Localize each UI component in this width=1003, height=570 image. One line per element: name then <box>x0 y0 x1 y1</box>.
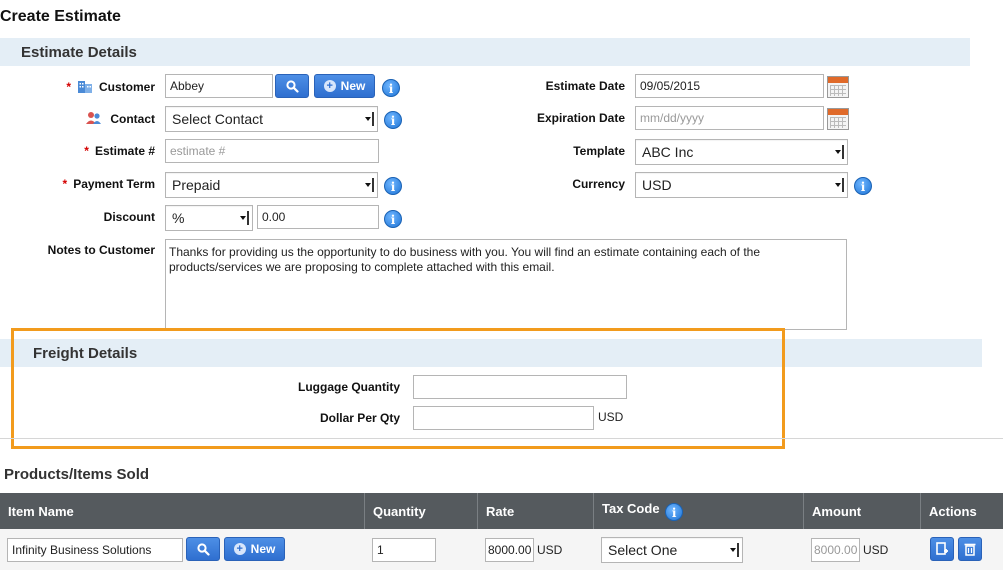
payment-term-select[interactable]: Prepaid <box>165 172 378 198</box>
estimate-details-title: Estimate Details <box>21 44 137 61</box>
contact-info-icon[interactable]: i <box>384 111 402 129</box>
payment-term-label: * Payment Term <box>62 177 155 191</box>
customer-input[interactable]: Abbey <box>165 74 273 98</box>
products-table-header: Item Name Quantity Rate Tax Code i Amoun… <box>0 493 1003 529</box>
quantity-input[interactable]: 1 <box>372 538 436 562</box>
payment-term-info-icon[interactable]: i <box>384 177 402 195</box>
estimate-date-input[interactable]: 09/05/2015 <box>635 74 824 98</box>
discount-label: Discount <box>103 210 155 224</box>
required-marker: * <box>84 144 89 158</box>
column-header-quantity: Quantity <box>365 493 478 529</box>
discount-info-icon[interactable]: i <box>384 210 402 228</box>
currency-select[interactable]: USD <box>635 172 848 198</box>
tax-code-info-icon[interactable]: i <box>665 503 684 521</box>
chevron-down-icon <box>365 112 374 126</box>
currency-info-icon[interactable]: i <box>854 177 872 195</box>
products-title: Products/Items Sold <box>4 466 150 483</box>
discount-type-select[interactable]: % <box>165 205 253 231</box>
notes-textarea[interactable]: Thanks for providing us the opportunity … <box>165 239 847 330</box>
plus-icon: + <box>323 80 336 92</box>
estimate-number-label: * Estimate # <box>84 144 155 158</box>
add-row-button[interactable] <box>930 537 954 561</box>
chevron-down-icon <box>835 178 844 192</box>
luggage-quantity-label: Luggage Quantity <box>298 380 400 394</box>
item-name-input[interactable]: Infinity Business Solutions <box>7 538 183 562</box>
contact-select[interactable]: Select Contact <box>165 106 378 132</box>
chevron-down-icon <box>835 145 844 159</box>
plus-icon: + <box>233 543 246 555</box>
customer-icon <box>77 79 93 93</box>
customer-new-button[interactable]: + New <box>314 74 375 98</box>
delete-row-button[interactable] <box>958 537 982 561</box>
amount-unit: USD <box>863 543 889 557</box>
item-search-button[interactable] <box>186 537 220 561</box>
contact-label: Contact <box>20 111 155 126</box>
column-header-rate: Rate <box>478 493 594 529</box>
currency-label: Currency <box>572 177 625 191</box>
estimate-date-label: Estimate Date <box>545 79 625 93</box>
calendar-icon[interactable] <box>827 76 849 98</box>
column-header-item-name: Item Name <box>0 493 365 529</box>
customer-info-icon[interactable]: i <box>382 79 400 97</box>
expiration-date-input[interactable]: mm/dd/yyyy <box>635 106 824 130</box>
required-marker: * <box>62 177 68 191</box>
item-new-button[interactable]: + New <box>224 537 285 561</box>
estimate-number-input[interactable]: estimate # <box>165 139 379 163</box>
section-divider <box>0 438 1003 439</box>
column-header-tax-code: Tax Code i <box>594 493 804 529</box>
calendar-icon[interactable] <box>827 108 849 130</box>
column-header-amount: Amount <box>804 493 921 529</box>
rate-input[interactable]: 8000.00 <box>485 538 534 562</box>
template-select[interactable]: ABC Inc <box>635 139 848 165</box>
chevron-down-icon <box>365 178 374 192</box>
dollar-per-qty-label: Dollar Per Qty <box>319 411 400 425</box>
search-icon <box>196 542 210 556</box>
dollar-per-qty-unit: USD <box>598 410 624 424</box>
expiration-date-label: Expiration Date <box>536 111 625 125</box>
add-document-icon <box>936 542 948 555</box>
template-label: Template <box>573 144 625 158</box>
rate-unit: USD <box>537 543 563 557</box>
column-header-actions: Actions <box>929 504 977 519</box>
luggage-quantity-input[interactable] <box>413 375 627 399</box>
dollar-per-qty-input[interactable] <box>413 406 594 430</box>
customer-search-button[interactable] <box>275 74 309 98</box>
trash-icon <box>964 543 976 556</box>
amount-input: 8000.00 <box>811 538 860 562</box>
estimate-details-header: Estimate Details <box>0 38 970 66</box>
search-icon <box>285 79 299 93</box>
customer-label: * Customer <box>66 79 155 94</box>
chevron-down-icon <box>240 211 249 225</box>
required-marker: * <box>66 80 71 94</box>
contact-icon <box>86 111 102 125</box>
chevron-down-icon <box>730 543 739 557</box>
tax-code-select[interactable]: Select One <box>601 537 743 563</box>
notes-label: Notes to Customer <box>47 243 155 257</box>
discount-input[interactable]: 0.00 <box>257 205 379 229</box>
page-title: Create Estimate <box>0 8 121 25</box>
